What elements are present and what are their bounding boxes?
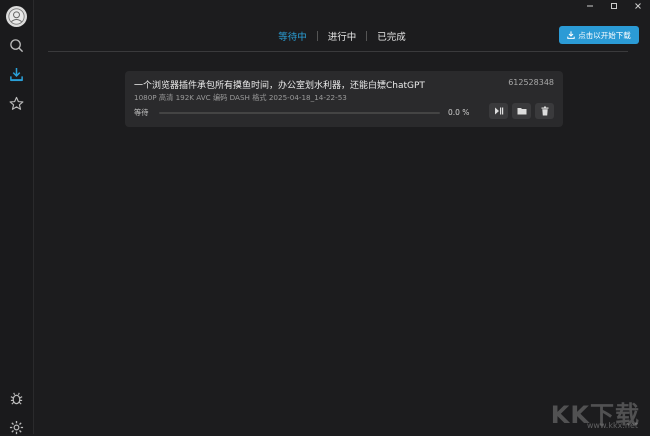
task-meta: 1080P 高清 192K AVC 编码 DASH 格式 2025-04-18_…: [134, 93, 347, 102]
search-icon[interactable]: [8, 37, 25, 54]
progress-percent: 0.0 %: [448, 108, 470, 117]
play-pause-button[interactable]: [489, 103, 508, 119]
minimize-icon[interactable]: [578, 0, 602, 12]
download-icon: [567, 31, 575, 39]
watermark-url: www.kkx.net: [586, 421, 638, 430]
start-download-label: 点击以开始下载: [578, 30, 631, 40]
start-download-button[interactable]: 点击以开始下载: [559, 26, 639, 44]
avatar[interactable]: [6, 6, 27, 27]
tab-waiting[interactable]: 等待中: [268, 29, 317, 43]
progress-bar: [159, 112, 440, 114]
task-id: 612528348: [508, 78, 554, 87]
window-controls: [578, 0, 650, 12]
bug-icon[interactable]: [8, 390, 25, 407]
maximize-icon[interactable]: [602, 0, 626, 12]
sidebar: [0, 0, 34, 436]
open-folder-button[interactable]: [512, 103, 531, 119]
tab-in-progress[interactable]: 进行中: [318, 29, 367, 43]
tab-bar: 等待中 进行中 已完成: [34, 24, 650, 48]
tab-divider-line: [48, 51, 628, 52]
delete-button[interactable]: [535, 103, 554, 119]
gear-icon[interactable]: [8, 419, 25, 436]
download-task-card[interactable]: 一个浏览器插件承包所有摸鱼时间，办公室划水利器，还能白嫖ChatGPT 6125…: [125, 71, 563, 127]
task-title: 一个浏览器插件承包所有摸鱼时间，办公室划水利器，还能白嫖ChatGPT: [134, 81, 425, 91]
play-pause-icon: [494, 107, 503, 115]
folder-icon: [517, 108, 526, 115]
task-status: 等待: [134, 108, 149, 117]
trash-icon: [541, 106, 548, 116]
tab-completed[interactable]: 已完成: [367, 29, 416, 43]
task-actions: [489, 103, 554, 119]
star-icon[interactable]: [8, 95, 25, 112]
download-icon[interactable]: [8, 66, 25, 83]
close-icon[interactable]: [626, 0, 650, 12]
